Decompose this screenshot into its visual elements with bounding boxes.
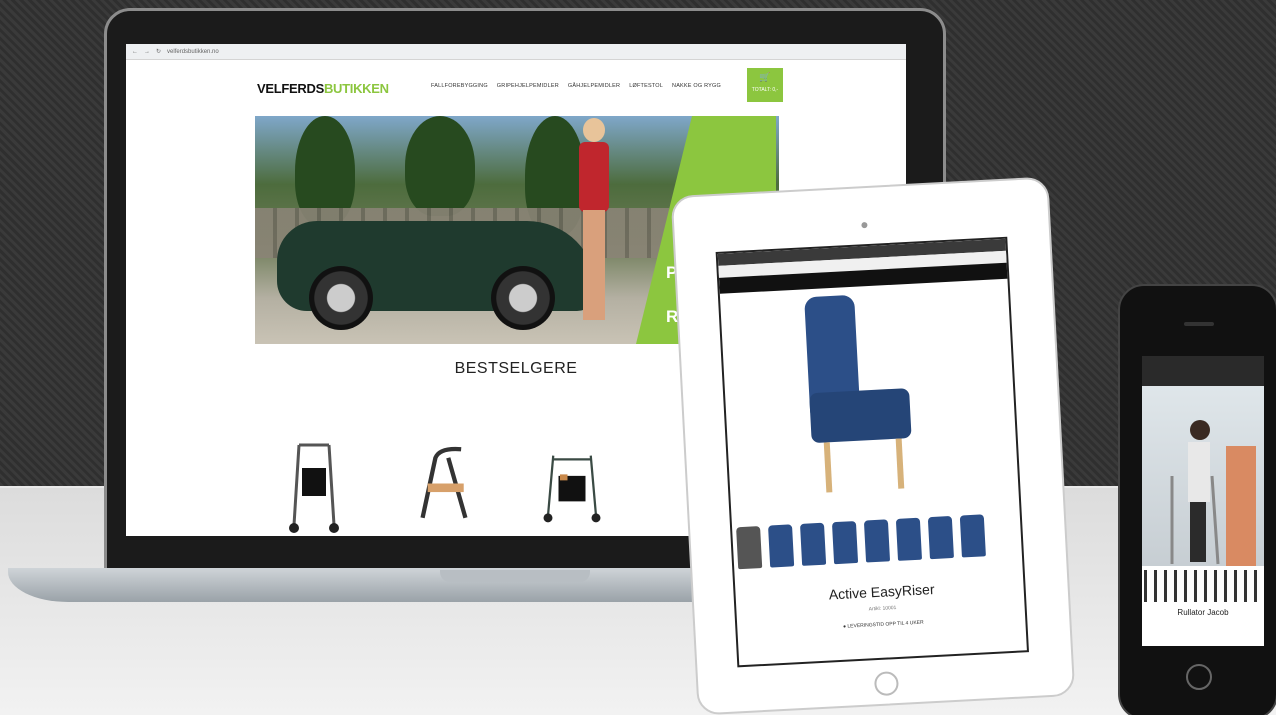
cart-icon: 🛒 — [759, 72, 771, 82]
forward-icon[interactable]: → — [144, 49, 150, 55]
nav-item-fallforebygging[interactable]: FALLFOREBYGGING — [431, 83, 488, 89]
nav-item-loftestol[interactable]: LØFTESTOL — [629, 83, 663, 89]
person-with-rollator — [575, 116, 611, 326]
address-bar[interactable]: velferdsbutikken.no — [167, 49, 219, 55]
nav-item-nakke-og-rygg[interactable]: NAKKE OG RYGG — [672, 83, 721, 89]
person-using-walker-image — [1170, 420, 1256, 566]
tablet-camera — [861, 221, 868, 229]
product-thumbnails — [736, 514, 986, 570]
product-image-chair[interactable] — [798, 291, 929, 507]
main-nav: FALLFOREBYGGING GRIPEHJELPEMIDLER GÅHJEL… — [431, 83, 721, 89]
phone-screen: Rullator Jacob — [1142, 356, 1264, 646]
phone-home-button[interactable] — [1186, 664, 1212, 690]
phone-browser-bar[interactable] — [1142, 356, 1264, 386]
phone-product-caption: Rullator Jacob — [1177, 608, 1229, 617]
delivery-info: ● LEVERINGSTID OPP TIL 4 UKER — [842, 619, 924, 630]
nav-item-gripehjelpemidler[interactable]: GRIPEHJELPEMIDLER — [497, 83, 559, 89]
car-wheel — [491, 266, 555, 330]
browser-bar: ← → ↻ velferdsbutikken.no — [126, 44, 906, 60]
tree-shape — [405, 116, 475, 216]
phone-speaker — [1184, 322, 1214, 326]
cart-total: TOTALT: 0,- — [751, 87, 779, 93]
thumbnail[interactable] — [831, 520, 859, 565]
thumbnail[interactable] — [736, 526, 763, 570]
laptop-notch — [440, 570, 590, 582]
car-wheel — [309, 266, 373, 330]
product-walker-3[interactable] — [542, 440, 602, 535]
phone-product-thumbnails[interactable] — [1144, 570, 1262, 602]
tablet-home-button[interactable] — [873, 671, 900, 697]
nav-item-gahjelpemidler[interactable]: GÅHJELPEMIDLER — [568, 83, 620, 89]
thumbnail[interactable] — [768, 524, 795, 568]
thumbnail[interactable] — [959, 514, 986, 558]
back-icon[interactable]: ← — [132, 49, 138, 55]
thumbnail[interactable] — [927, 515, 954, 560]
thumbnail[interactable] — [895, 517, 923, 561]
thumbnail[interactable] — [799, 522, 827, 566]
reload-icon[interactable]: ↻ — [156, 48, 161, 55]
tablet-screen: Active EasyRiser Artikl: 10001 ● LEVERIN… — [715, 236, 1030, 668]
product-walker-1[interactable] — [284, 440, 344, 535]
phone-device: Rullator Jacob — [1118, 284, 1276, 715]
thumbnail[interactable] — [863, 519, 891, 563]
site-logo[interactable]: VELFERDSBUTIKKEN — [257, 81, 389, 96]
product-walker-2[interactable] — [414, 436, 474, 531]
product-image-person[interactable] — [1142, 386, 1264, 566]
tablet-device: Active EasyRiser Artikl: 10001 ● LEVERIN… — [670, 176, 1076, 715]
cart-button[interactable]: 🛒 TOTALT: 0,- — [747, 68, 783, 102]
